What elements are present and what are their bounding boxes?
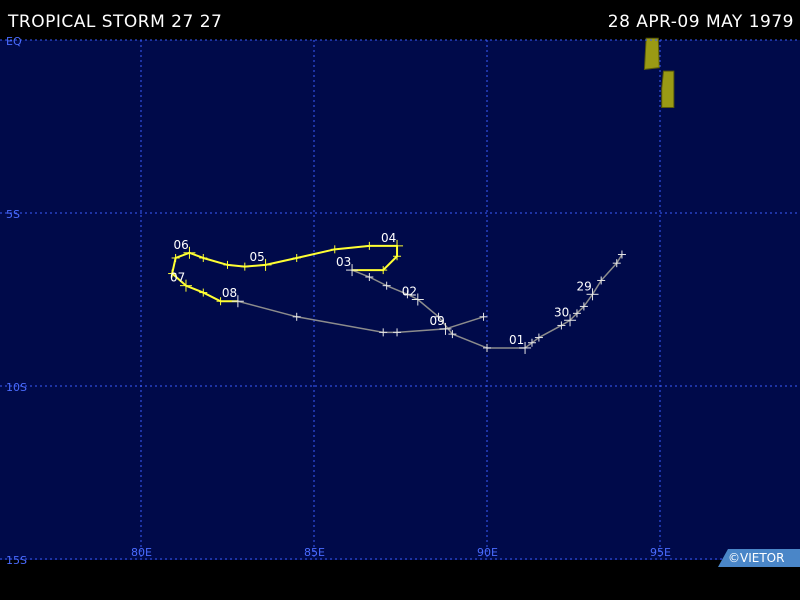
latitude-label: EQ — [6, 35, 22, 48]
latitude-label: 10S — [6, 381, 27, 394]
day-label: 07 — [170, 271, 185, 285]
day-label: 04 — [381, 231, 396, 245]
latitude-label: 5S — [6, 208, 20, 221]
day-label: 06 — [173, 238, 188, 252]
longitude-label: 95E — [650, 546, 671, 559]
day-label: 01 — [509, 333, 524, 347]
ocean-background — [0, 40, 800, 560]
longitude-label: 85E — [304, 546, 325, 559]
day-label: 29 — [577, 279, 592, 293]
longitude-label: 90E — [477, 546, 498, 559]
day-label: 09 — [429, 314, 444, 328]
day-label: 02 — [402, 285, 417, 299]
day-label: 05 — [250, 250, 265, 264]
land-island — [661, 70, 675, 108]
storm-track-map: 80E 85E 90E 95E EQ 5S 10S 15S 29 30 01 02 03 04 05 06 0… — [0, 35, 800, 567]
latitude-label: 15S — [6, 554, 27, 567]
credit-badge: ©VIETOR — [718, 549, 800, 567]
day-label: 08 — [222, 286, 237, 300]
longitude-label: 80E — [131, 546, 152, 559]
day-label: 30 — [554, 305, 569, 319]
land-island — [643, 37, 660, 70]
day-label: 03 — [336, 255, 351, 269]
